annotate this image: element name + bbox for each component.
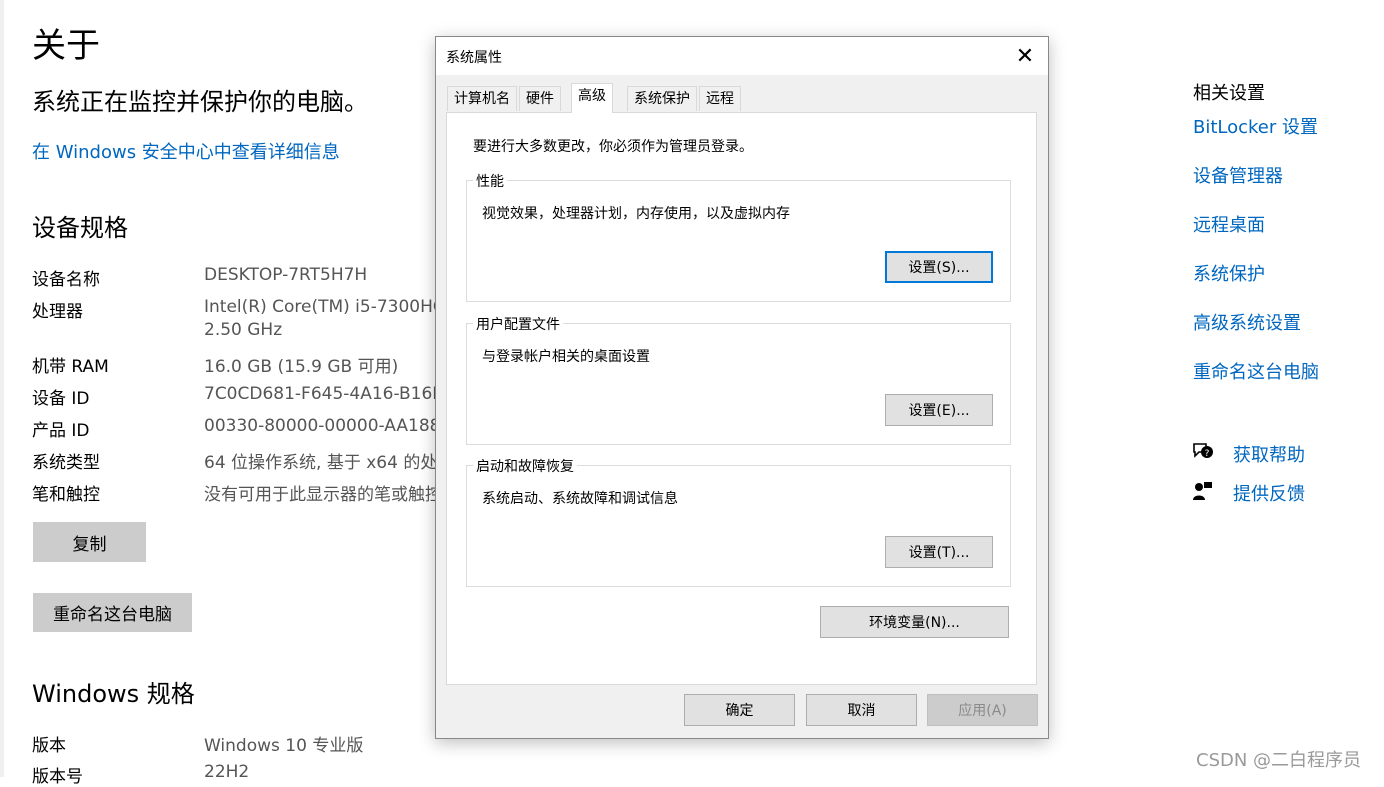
window-left-edge — [0, 0, 4, 777]
startup-recovery-settings-button[interactable]: 设置(T)... — [885, 536, 993, 568]
spec-label-device-name: 设备名称 — [32, 270, 100, 290]
device-specs-heading: 设备规格 — [32, 214, 128, 242]
feedback-icon — [1192, 480, 1214, 502]
close-icon[interactable]: ✕ — [1002, 37, 1048, 75]
spec-label-product-id: 产品 ID — [32, 421, 90, 441]
startup-recovery-group: 启动和故障恢复 系统启动、系统故障和调试信息 设置(T)... — [466, 456, 1011, 587]
tab-advanced[interactable]: 高级 — [571, 83, 613, 113]
windows-specs-heading: Windows 规格 — [32, 680, 195, 708]
startup-recovery-desc: 系统启动、系统故障和调试信息 — [482, 491, 678, 507]
rename-pc-link[interactable]: 重命名这台电脑 — [1193, 358, 1319, 384]
watermark: CSDN @二白程序员 — [1196, 750, 1362, 771]
spec-value-device-name: DESKTOP-7RT5H7H — [204, 265, 368, 285]
user-profiles-settings-button[interactable]: 设置(E)... — [885, 394, 993, 426]
spec-label-system-type: 系统类型 — [32, 453, 100, 473]
dialog-title: 系统属性 — [446, 50, 502, 66]
spec-value-device-id: 7C0CD681-F645-4A16-B16E-96 — [204, 384, 435, 404]
ok-button[interactable]: 确定 — [684, 694, 795, 726]
dialog-titlebar[interactable]: 系统属性 ✕ — [436, 37, 1048, 75]
device-manager-link[interactable]: 设备管理器 — [1193, 162, 1283, 188]
performance-desc: 视觉效果，处理器计划，内存使用，以及虚拟内存 — [482, 206, 790, 222]
environment-variables-button[interactable]: 环境变量(N)... — [820, 606, 1009, 638]
spec-label-version: 版本号 — [32, 767, 83, 787]
tab-computer-name[interactable]: 计算机名 — [447, 86, 517, 111]
performance-legend: 性能 — [473, 171, 507, 191]
tab-hardware[interactable]: 硬件 — [519, 86, 561, 111]
related-settings-title: 相关设置 — [1193, 83, 1265, 104]
give-feedback-link[interactable]: 提供反馈 — [1233, 480, 1305, 506]
get-help-link[interactable]: 获取帮助 — [1233, 441, 1305, 467]
spec-label-pen-touch: 笔和触控 — [32, 485, 100, 505]
user-profiles-group: 用户配置文件 与登录帐户相关的桌面设置 设置(E)... — [466, 314, 1011, 445]
advanced-tab-panel: 要进行大多数更改，你必须作为管理员登录。 性能 视觉效果，处理器计划，内存使用，… — [446, 112, 1037, 685]
spec-label-device-id: 设备 ID — [32, 389, 90, 409]
apply-button[interactable]: 应用(A) — [927, 694, 1038, 726]
get-help-icon: ? — [1192, 440, 1214, 462]
performance-group: 性能 视觉效果，处理器计划，内存使用，以及虚拟内存 设置(S)... — [466, 171, 1011, 302]
tab-remote[interactable]: 远程 — [699, 86, 741, 111]
spec-value-processor: Intel(R) Core(TM) i5-7300HQ C — [204, 297, 435, 317]
page-title: 关于 — [32, 26, 100, 66]
remote-desktop-link[interactable]: 远程桌面 — [1193, 211, 1265, 237]
protect-status: 系统正在监控并保护你的电脑。 — [32, 88, 368, 116]
spec-label-edition: 版本 — [32, 736, 66, 756]
spec-label-processor: 处理器 — [32, 302, 83, 322]
admin-note: 要进行大多数更改，你必须作为管理员登录。 — [473, 139, 753, 155]
security-center-link[interactable]: 在 Windows 安全中心中查看详细信息 — [32, 138, 340, 164]
user-profiles-legend: 用户配置文件 — [473, 314, 563, 334]
spec-value-product-id: 00330-80000-00000-AA188 — [204, 416, 435, 436]
spec-value-ram: 16.0 GB (15.9 GB 可用) — [204, 357, 399, 377]
system-properties-dialog: 系统属性 ✕ 计算机名 硬件 高级 系统保护 远程 要进行大多数更改，你必须作为… — [435, 36, 1049, 739]
spec-value-processor-speed: 2.50 GHz — [204, 320, 283, 340]
rename-pc-button[interactable]: 重命名这台电脑 — [33, 593, 192, 632]
bitlocker-settings-link[interactable]: BitLocker 设置 — [1193, 113, 1318, 139]
cancel-button[interactable]: 取消 — [806, 694, 917, 726]
spec-label-ram: 机带 RAM — [32, 357, 109, 377]
tab-system-protection[interactable]: 系统保护 — [627, 86, 697, 111]
advanced-system-settings-link[interactable]: 高级系统设置 — [1193, 309, 1301, 335]
performance-settings-button[interactable]: 设置(S)... — [885, 251, 993, 283]
spec-value-pen-touch: 没有可用于此显示器的笔或触控 — [204, 485, 435, 505]
spec-value-edition: Windows 10 专业版 — [204, 736, 364, 756]
startup-recovery-legend: 启动和故障恢复 — [473, 456, 577, 476]
spec-value-system-type: 64 位操作系统, 基于 x64 的处理 — [204, 453, 435, 473]
svg-text:?: ? — [1205, 449, 1210, 459]
system-protection-link[interactable]: 系统保护 — [1193, 260, 1265, 286]
copy-button[interactable]: 复制 — [33, 522, 146, 562]
spec-value-version: 22H2 — [204, 762, 250, 782]
user-profiles-desc: 与登录帐户相关的桌面设置 — [482, 349, 650, 365]
